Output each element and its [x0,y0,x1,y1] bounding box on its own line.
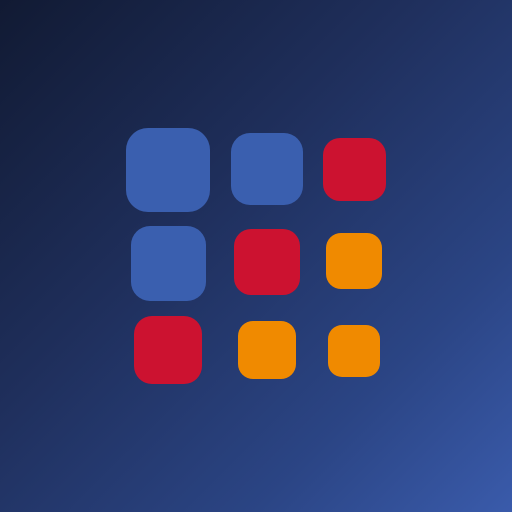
app-icon-canvas [0,0,512,512]
tile-r1-c3 [323,138,386,201]
tile-r3-c2 [238,321,296,379]
tile-r1-c2 [231,133,303,205]
tile-r2-c2 [234,229,300,295]
tile-r2-c1 [131,226,206,301]
tile-r2-c3 [326,233,382,289]
tile-r3-c3 [328,325,380,377]
tile-r3-c1 [134,316,202,384]
tile-r1-c1 [126,128,210,212]
